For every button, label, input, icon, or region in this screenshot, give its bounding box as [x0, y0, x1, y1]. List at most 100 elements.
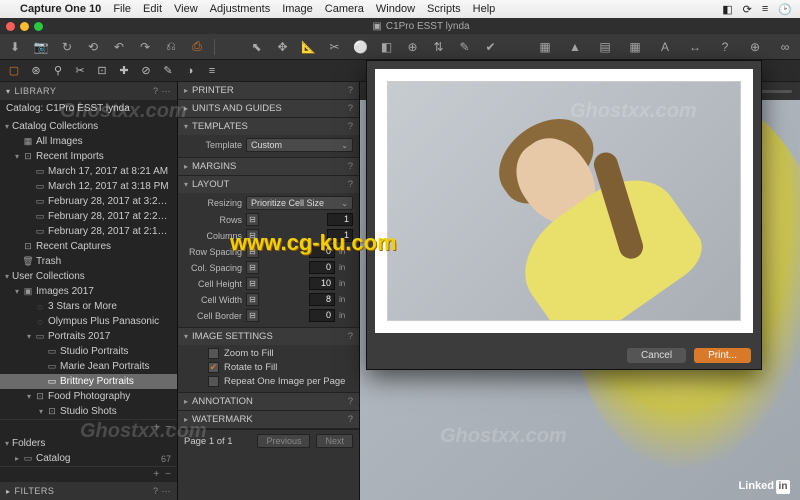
output-tab-icon[interactable]: ≡: [204, 65, 220, 77]
menu-image[interactable]: Image: [282, 3, 313, 15]
zoom-in-icon[interactable]: ⊕: [746, 40, 764, 54]
minimize-icon[interactable]: [20, 22, 29, 31]
loupe-icon[interactable]: ⊕: [404, 40, 422, 54]
stepper-icon[interactable]: ⊟: [246, 277, 259, 290]
resizing-select[interactable]: Prioritize Cell Size⌄: [246, 196, 353, 210]
capture-icon[interactable]: 📷: [32, 40, 50, 54]
next-button[interactable]: Next: [316, 434, 353, 448]
remove-button[interactable]: −: [165, 469, 171, 480]
menu-camera[interactable]: Camera: [325, 3, 364, 15]
exposure-tab-icon[interactable]: ⊡: [94, 64, 110, 77]
tree-item[interactable]: ▦All Images: [0, 134, 177, 149]
mask-icon[interactable]: ◧: [378, 40, 396, 54]
filters-header[interactable]: ▸FILTERS? ⋯: [0, 482, 177, 500]
tree-item[interactable]: ◌Olympus Plus Panasonic: [0, 314, 177, 329]
clock-icon[interactable]: 🕑: [778, 3, 792, 16]
group-annotation[interactable]: ▸ANNOTATION?: [178, 393, 359, 410]
status-icon[interactable]: ≡: [762, 3, 768, 15]
menu-window[interactable]: Window: [376, 3, 415, 15]
tree-item[interactable]: ▾▭Portraits 2017: [0, 329, 177, 344]
check-icon[interactable]: ✔: [482, 40, 500, 54]
tree-item[interactable]: ▭March 17, 2017 at 8:21 AM: [0, 164, 177, 179]
cellborder-input[interactable]: 0: [309, 309, 335, 322]
tree-item-selected[interactable]: ▭Brittney Portraits: [0, 374, 177, 389]
group-watermark[interactable]: ▸WATERMARK?: [178, 411, 359, 428]
menu-help[interactable]: Help: [473, 3, 496, 15]
menu-view[interactable]: View: [174, 3, 198, 15]
tree-item[interactable]: ▾▣Images 2017: [0, 284, 177, 299]
menu-adjustments[interactable]: Adjustments: [210, 3, 271, 15]
template-select[interactable]: Custom⌄: [246, 138, 353, 152]
straighten-icon[interactable]: 📐: [300, 40, 318, 54]
stepper-icon[interactable]: ⊟: [246, 245, 259, 258]
crop-icon[interactable]: ✂: [326, 40, 344, 54]
compare-icon[interactable]: ↔: [686, 40, 704, 54]
rows-input[interactable]: 1: [327, 213, 353, 226]
group-margins[interactable]: ▸MARGINS?: [178, 158, 359, 175]
group-units[interactable]: ▸UNITS AND GUIDES?: [178, 100, 359, 117]
cellheight-input[interactable]: 10: [309, 277, 335, 290]
tree-item[interactable]: ▭Studio Portraits: [0, 344, 177, 359]
prev-button[interactable]: Previous: [257, 434, 310, 448]
app-name[interactable]: Capture One 10: [20, 3, 101, 15]
adjust-tab-icon[interactable]: ✎: [160, 64, 176, 77]
cancel-button[interactable]: Cancel: [627, 348, 686, 363]
metadata-tab-icon[interactable]: ◑: [182, 65, 198, 77]
cols-input[interactable]: 1: [327, 229, 353, 242]
stepper-icon[interactable]: ⊟: [246, 213, 259, 226]
rotate-cw-icon[interactable]: ⟲: [84, 40, 102, 54]
tree-item[interactable]: ▭March 12, 2017 at 3:18 PM: [0, 179, 177, 194]
tree-item[interactable]: ▭February 28, 2017 at 2:25 PM: [0, 209, 177, 224]
folders-group[interactable]: ▾Folders: [0, 435, 177, 451]
group-templates[interactable]: ▾TEMPLATES?: [178, 118, 359, 135]
group-layout[interactable]: ▾LAYOUT?: [178, 176, 359, 193]
stepper-icon[interactable]: ⊟: [246, 229, 259, 242]
add-button[interactable]: +: [153, 422, 159, 433]
spot-icon[interactable]: ⚪: [352, 40, 370, 54]
repeat-checkbox[interactable]: Repeat One Image per Page: [184, 376, 353, 387]
cursor-icon[interactable]: ⬉: [248, 40, 266, 54]
stepper-icon[interactable]: ⊟: [246, 261, 259, 274]
zoom-checkbox[interactable]: Zoom to Fill: [184, 348, 353, 359]
pan-icon[interactable]: ✥: [274, 40, 292, 54]
link-icon[interactable]: ∞: [776, 40, 794, 54]
draw-icon[interactable]: ✎: [456, 40, 474, 54]
stepper-icon[interactable]: ⊟: [246, 293, 259, 306]
rotate-checkbox[interactable]: ✔Rotate to Fill: [184, 362, 353, 373]
tree-item[interactable]: ▸▭Catalog67: [0, 451, 177, 466]
tree-item[interactable]: ⊡Recent Captures: [0, 239, 177, 254]
stepper-icon[interactable]: ⊟: [246, 309, 259, 322]
status-icon[interactable]: ⟳: [743, 3, 752, 16]
tree-item[interactable]: ◌3 Stars or More: [0, 299, 177, 314]
colspacing-input[interactable]: 0: [309, 261, 335, 274]
crop-tab-icon[interactable]: ✂: [72, 64, 88, 77]
tree-item[interactable]: ▾⊡Recent Imports: [0, 149, 177, 164]
group-printer[interactable]: ▸PRINTER?: [178, 82, 359, 99]
rotate-ccw-icon[interactable]: ↻: [58, 40, 76, 54]
histogram-icon[interactable]: ▤: [596, 40, 614, 54]
close-icon[interactable]: [6, 22, 15, 31]
grid2-icon[interactable]: ▦: [626, 40, 644, 54]
remove-button[interactable]: −: [165, 422, 171, 433]
lens-tab-icon[interactable]: ⊛: [28, 64, 44, 77]
tree-item[interactable]: ▾⊡Food Photography: [0, 389, 177, 404]
details-tab-icon[interactable]: ✚: [116, 64, 132, 77]
zoom-icon[interactable]: [34, 22, 43, 31]
rowspacing-input[interactable]: 0: [309, 245, 335, 258]
tree-group[interactable]: ▾Catalog Collections: [0, 119, 177, 134]
reset-icon[interactable]: ⎌: [162, 39, 180, 54]
status-icon[interactable]: ◧: [722, 3, 732, 16]
adjust-icon[interactable]: ⇅: [430, 40, 448, 54]
add-button[interactable]: +: [153, 469, 159, 480]
undo-icon[interactable]: ↶: [110, 40, 128, 54]
warning-icon[interactable]: ▲: [566, 40, 584, 54]
redo-icon[interactable]: ↷: [136, 40, 154, 54]
print-icon[interactable]: ⎙: [188, 39, 206, 54]
tree-item[interactable]: ▭February 28, 2017 at 3:25 PM: [0, 194, 177, 209]
group-imagesettings[interactable]: ▾IMAGE SETTINGS?: [178, 328, 359, 345]
annotation-icon[interactable]: A: [656, 40, 674, 54]
help-icon[interactable]: ?: [716, 40, 734, 54]
menu-file[interactable]: File: [113, 3, 131, 15]
library-header[interactable]: ▾LIBRARY? ⋯: [0, 82, 177, 100]
grid-icon[interactable]: ▦: [536, 40, 554, 54]
